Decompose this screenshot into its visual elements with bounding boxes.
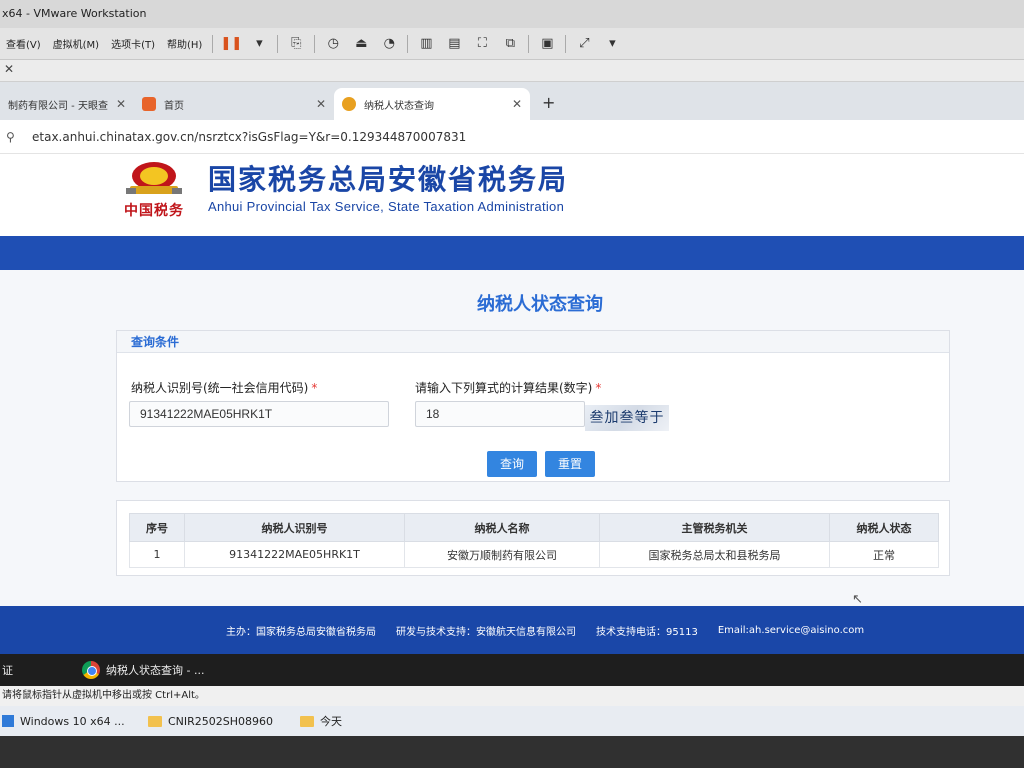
footer-host: 主办：国家税务总局安徽省税务局 (226, 626, 376, 638)
tab-taxpayer-status[interactable]: 纳税人状态查询 ✕ (334, 88, 530, 120)
label-text: 纳税人识别号(统一社会信用代码) (131, 381, 309, 395)
site-banner: 中国税务 国家税务总局安徽省税务局 Anhui Provincial Tax S… (0, 154, 1024, 236)
query-panel: 查询条件 纳税人识别号(统一社会信用代码) * 91341222MAE05HRK1… (116, 330, 950, 482)
send-ctrl-alt-del-icon[interactable]: ⎘ (285, 34, 307, 54)
mouse-cursor-icon: ↖ (852, 592, 863, 607)
close-icon[interactable]: ✕ (316, 97, 326, 111)
results-panel: 序号 纳税人识别号 纳税人名称 主管税务机关 纳税人状态 1 91341222M… (116, 500, 950, 576)
captcha-label: 请输入下列算式的计算结果(数字) * (415, 379, 601, 396)
menu-tabs[interactable]: 选项卡(T) (105, 36, 161, 51)
table-cell: 安徽万顺制药有限公司 (404, 541, 600, 568)
footer-phone: 技术支持电话：95113 (596, 626, 698, 638)
site-subtitle: Anhui Provincial Tax Service, State Taxa… (208, 199, 565, 214)
dropdown-arrow-icon[interactable]: ▾ (248, 34, 270, 54)
column-header: 序号 (129, 513, 185, 542)
results-table: 序号 纳税人识别号 纳税人名称 主管税务机关 纳税人状态 1 91341222M… (129, 513, 939, 568)
taxpayer-id-input[interactable]: 91341222MAE05HRK1T (129, 401, 389, 427)
revert-snapshot-icon[interactable]: ⏏ (350, 34, 372, 54)
taskbar-item-today[interactable]: 今天 (320, 713, 342, 729)
tab-label: 纳税人状态查询 (364, 100, 434, 112)
vmware-tab-strip: ✕ (0, 60, 1024, 82)
taskbar-chrome-item[interactable]: 纳税人状态查询 - ... (106, 662, 204, 678)
toolbar-separator (277, 34, 279, 53)
panel-heading: 查询条件 (117, 331, 949, 353)
chrome-icon (82, 661, 100, 679)
required-mark: * (311, 381, 318, 395)
column-header: 纳税人识别号 (184, 513, 405, 542)
table-cell: 1 (129, 541, 185, 568)
reset-button[interactable]: 重置 (545, 451, 595, 477)
toolbar-separator (314, 34, 316, 53)
snapshot-manager-icon[interactable]: ◔ (378, 34, 400, 54)
taskbar-item[interactable]: 证 (2, 662, 72, 678)
vmware-title-bar: x64 - VMware Workstation (0, 0, 1024, 28)
host-taskbar: Windows 10 x64 ... CNIR2502SH08960 今天 (0, 706, 1024, 736)
folder-icon (300, 715, 314, 727)
url-text[interactable]: etax.anhui.chinatax.gov.cn/nsrztcx?isGsF… (32, 130, 466, 144)
snapshot-icon[interactable]: ◷ (322, 34, 344, 54)
column-header: 纳税人名称 (404, 513, 600, 542)
page-title: 纳税人状态查询 (477, 294, 603, 315)
folder-icon (148, 715, 162, 727)
dropdown-arrow-icon[interactable]: ▾ (601, 34, 623, 54)
tab-label: 制药有限公司 - 天眼查 (8, 100, 108, 112)
new-tab-icon[interactable]: + (542, 93, 555, 112)
china-tax-seal: 中国税务 (124, 203, 184, 219)
tab-home[interactable]: 首页 ✕ (134, 88, 334, 120)
header-band (0, 236, 1024, 270)
close-icon[interactable]: ✕ (4, 62, 14, 76)
address-bar[interactable]: ⚲ etax.anhui.chinatax.gov.cn/nsrztcx?isG… (0, 120, 1024, 154)
thumbnail-view-icon[interactable]: ▤ (443, 34, 465, 54)
required-mark: * (595, 381, 602, 395)
site-title: 国家税务总局安徽省税务局 (208, 163, 569, 196)
footer-email[interactable]: Email:ah.service@aisino.com (718, 625, 864, 636)
table-row: 1 91341222MAE05HRK1T 安徽万顺制药有限公司 国家税务总局太和… (129, 541, 939, 568)
toolbar-separator (528, 34, 530, 53)
menu-help[interactable]: 帮助(H) (161, 36, 208, 51)
site-info-icon[interactable]: ⚲ (6, 130, 24, 144)
console-icon[interactable]: ▣ (536, 34, 558, 54)
captcha-image[interactable]: 叁加叁等于 (585, 405, 669, 431)
fullscreen-icon[interactable]: ⛶ (471, 34, 493, 54)
vmware-menu-bar: 查看(V) 虚拟机(M) 选项卡(T) 帮助(H) ❚❚ ▾ ⎘ ◷ ⏏ ◔ ▥… (0, 28, 1024, 60)
taskbar-item-vm[interactable]: Windows 10 x64 ... (20, 715, 136, 728)
toolbar-separator (565, 34, 567, 53)
guest-taskbar: 证 纳税人状态查询 - ... (0, 654, 1024, 686)
table-header-row: 序号 纳税人识别号 纳税人名称 主管税务机关 纳税人状态 (129, 513, 939, 542)
query-button[interactable]: 查询 (487, 451, 537, 477)
unity-icon[interactable]: ⧉ (499, 34, 521, 54)
taskbar-item-folder[interactable]: CNIR2502SH08960 (168, 715, 288, 728)
vmware-hint-bar: 请将鼠标指针从虚拟机中移出或按 Ctrl+Alt。 (0, 686, 1024, 706)
close-icon[interactable]: ✕ (116, 97, 126, 111)
menu-vm[interactable]: 虚拟机(M) (47, 36, 105, 51)
table-cell: 正常 (829, 541, 939, 568)
footer-support: 研发与技术支持：安徽航天信息有限公司 (396, 626, 576, 638)
site-favicon-icon (142, 97, 156, 111)
web-page: 中国税务 国家税务总局安徽省税务局 Anhui Provincial Tax S… (0, 154, 1024, 654)
vmware-window-icon (2, 715, 14, 727)
library-view-icon[interactable]: ▥ (415, 34, 437, 54)
site-footer: 主办：国家税务总局安徽省税务局 研发与技术支持：安徽航天信息有限公司 技术支持电… (0, 606, 1024, 654)
menu-view[interactable]: 查看(V) (0, 36, 47, 51)
table-cell: 国家税务总局太和县税务局 (599, 541, 830, 568)
stretch-icon[interactable]: ⤢ (573, 34, 595, 54)
label-text: 请输入下列算式的计算结果(数字) (415, 381, 593, 395)
monitor-bezel (0, 736, 1024, 768)
toolbar-separator (212, 34, 214, 53)
browser-tab-bar: 制药有限公司 - 天眼查 ✕ 首页 ✕ 纳税人状态查询 ✕ + (0, 82, 1024, 120)
column-header: 纳税人状态 (829, 513, 939, 542)
tax-favicon-icon (342, 97, 356, 111)
toolbar-separator (407, 34, 409, 53)
close-icon[interactable]: ✕ (512, 97, 522, 111)
tab-label: 首页 (164, 100, 184, 112)
pause-icon[interactable]: ❚❚ (220, 34, 242, 54)
captcha-input[interactable]: 18 (415, 401, 585, 427)
taxpayer-id-label: 纳税人识别号(统一社会信用代码) * (131, 379, 317, 396)
tax-emblem-icon (126, 162, 182, 194)
table-cell: 91341222MAE05HRK1T (184, 541, 405, 568)
column-header: 主管税务机关 (599, 513, 830, 542)
tab-tianyancha[interactable]: 制药有限公司 - 天眼查 ✕ (0, 88, 134, 120)
